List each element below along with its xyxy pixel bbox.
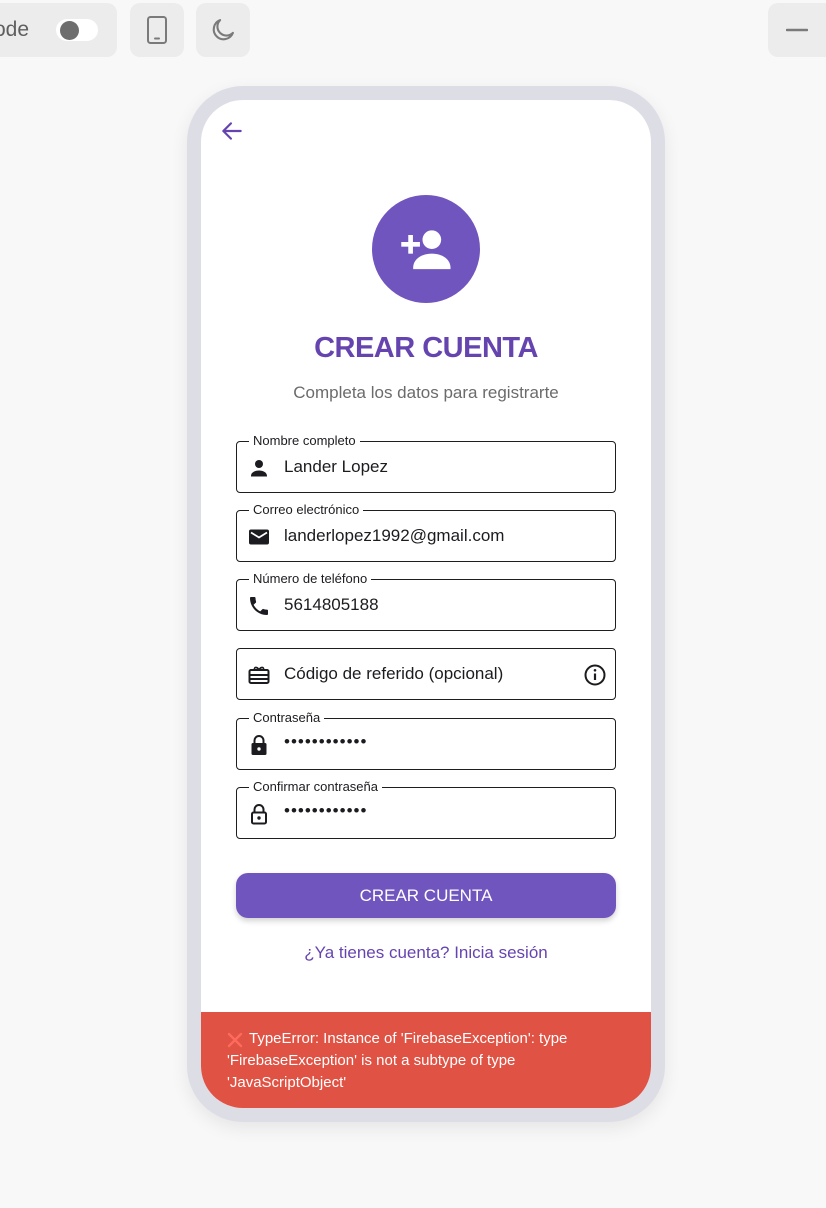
person-add-icon	[401, 230, 451, 270]
mail-icon	[249, 529, 269, 545]
person-icon	[251, 460, 267, 477]
error-x-icon	[227, 1032, 243, 1048]
password-label: Contraseña	[249, 710, 325, 726]
mode-toggle[interactable]	[56, 19, 98, 41]
arrow-back-icon	[222, 122, 242, 140]
device-frame-button[interactable]	[130, 3, 184, 57]
page-subtitle: Completa los datos para registrarte	[293, 383, 559, 402]
confirm-password-label: Confirmar contraseña	[249, 779, 382, 795]
back-button[interactable]	[219, 118, 245, 144]
page-title: CREAR CUENTA	[314, 332, 538, 364]
phone-label: Número de teléfono	[249, 571, 372, 587]
full-name-field[interactable]: Nombre completo Lander Lopez	[236, 433, 616, 493]
mode-toggle-group: ode	[0, 3, 117, 57]
email-field[interactable]: Correo electrónico landerlopez1992@gmail…	[236, 502, 616, 562]
phone-field[interactable]: Número de teléfono 5614805188	[236, 571, 616, 631]
full-name-label: Nombre completo	[249, 433, 360, 449]
login-link[interactable]: ¿Ya tienes cuenta? Inicia sesión	[201, 943, 651, 963]
phone-icon	[147, 16, 167, 44]
phone-value: 5614805188	[284, 595, 379, 614]
avatar	[372, 195, 480, 303]
create-account-button[interactable]: CREAR CUENTA	[236, 873, 616, 918]
register-screen: CREAR CUENTA Completa los datos para reg…	[201, 100, 651, 1108]
theme-button[interactable]	[196, 3, 250, 57]
password-value: ••••••••••••	[284, 732, 368, 751]
info-icon[interactable]	[583, 663, 607, 687]
error-snackbar: TypeError: Instance of 'FirebaseExceptio…	[201, 1012, 651, 1108]
device-frame: CREAR CUENTA Completa los datos para reg…	[187, 86, 665, 1122]
error-message: TypeError: Instance of 'FirebaseExceptio…	[227, 1030, 568, 1091]
email-label: Correo electrónico	[249, 502, 364, 518]
confirm-password-field[interactable]: Confirmar contraseña ••••••••••••	[236, 779, 616, 839]
gift-card-icon	[248, 666, 270, 684]
moon-icon	[212, 19, 234, 41]
mode-label: ode	[0, 18, 30, 41]
confirm-password-value: ••••••••••••	[284, 801, 368, 820]
full-name-value: Lander Lopez	[284, 457, 388, 476]
minimize-icon	[786, 28, 808, 32]
lock-icon	[251, 735, 267, 755]
referral-placeholder: Código de referido (opcional)	[284, 664, 504, 683]
email-value: landerlopez1992@gmail.com	[284, 526, 505, 545]
password-field[interactable]: Contraseña ••••••••••••	[236, 710, 616, 770]
phone-call-icon	[250, 597, 268, 615]
referral-code-field[interactable]: Código de referido (opcional)	[236, 648, 616, 700]
toggle-knob	[60, 21, 79, 40]
lock-outline-icon	[251, 804, 267, 825]
minimize-button[interactable]	[768, 3, 826, 57]
